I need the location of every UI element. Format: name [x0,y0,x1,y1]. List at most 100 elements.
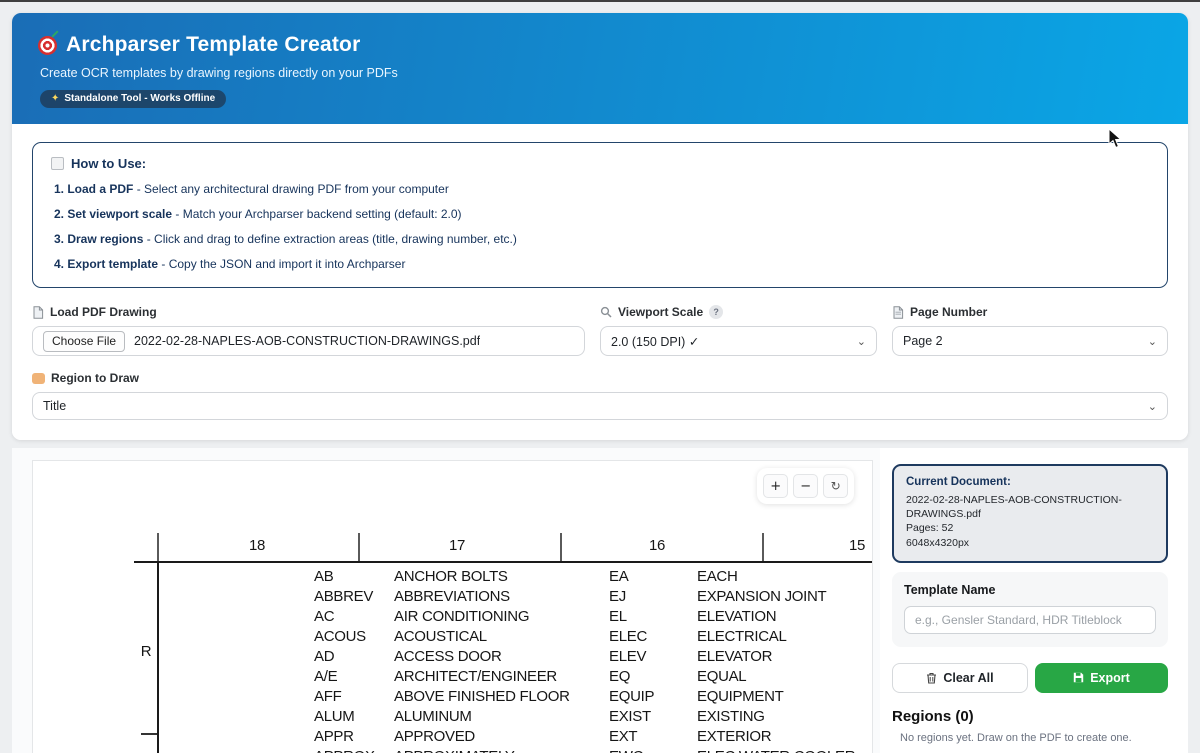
grid-column-label: 17 [449,537,465,554]
abbrev-cell: A/E [314,667,394,687]
abbrev-table: ABANCHOR BOLTSEAEACHABBREVABBREVIATIONSE… [314,567,855,753]
viewport-scale-select[interactable]: 2.0 (150 DPI) ✓ ⌄ [600,326,877,356]
grid-tick [560,533,562,561]
abbrev-row: ACOUSACOUSTICALELECELECTRICAL [314,627,855,647]
orange-square-icon [32,373,45,384]
page: Archparser Template Creator Create OCR t… [0,2,1200,753]
abbrev-cell: ABOVE FINISHED FLOOR [394,687,609,707]
abbrev-cell: EXTERIOR [697,727,771,747]
abbrev-cell: EL [609,607,697,627]
abbrev-cell: ELEVATION [697,607,776,627]
load-pdf-label: Load PDF Drawing [32,305,585,319]
abbrev-cell: ACOUS [314,627,394,647]
step-label: 2. Set viewport scale [54,207,172,221]
sidebar: Current Document: 2022-02-28-NAPLES-AOB-… [880,448,1188,753]
abbrev-cell: ABBREVIATIONS [394,587,609,607]
viewport-scale-label: Viewport Scale ? [600,305,877,319]
chevron-down-icon: ⌄ [857,335,866,348]
grid-column-label: 15 [849,537,865,554]
clipboard-icon [51,157,64,170]
export-button[interactable]: Export [1035,663,1168,693]
abbrev-row: APPROXAPPROXIMATELYEWCELEC WATER COOLER [314,747,855,753]
abbrev-cell: ACOUSTICAL [394,627,609,647]
abbrev-row: ADACCESS DOORELEVELEVATOR [314,647,855,667]
template-name-card: Template Name [892,572,1168,647]
abbrev-cell: ALUMINUM [394,707,609,727]
abbrev-cell: APPROXIMATELY [394,747,609,753]
abbrev-cell: ELEV [609,647,697,667]
target-icon [38,36,57,55]
step-text: - Select any architectural drawing PDF f… [133,182,448,196]
abbrev-cell: AFF [314,687,394,707]
trash-icon [926,672,937,684]
abbrev-cell: ANCHOR BOLTS [394,567,609,587]
pdf-file-input[interactable]: Choose File 2022-02-28-NAPLES-AOB-CONSTR… [32,326,585,356]
zoom-in-button[interactable]: + [763,474,788,498]
help-icon[interactable]: ? [709,305,723,319]
pdf-filename: 2022-02-28-NAPLES-AOB-CONSTRUCTION-DRAWI… [134,334,480,348]
abbrev-cell: AC [314,607,394,627]
abbrev-cell: APPROX [314,747,394,753]
how-to-step: 1. Load a PDF - Select any architectural… [51,182,1149,196]
chevron-down-icon: ⌄ [1148,335,1157,348]
abbrev-row: ABANCHOR BOLTSEAEACH [314,567,855,587]
current-document-panel: Current Document: 2022-02-28-NAPLES-AOB-… [892,464,1168,563]
viewport-scale-value: 2.0 (150 DPI) ✓ [611,334,699,349]
abbrev-cell: EXT [609,727,697,747]
abbrev-row: ALUMALUMINUMEXISTEXISTING [314,707,855,727]
how-to-step: 2. Set viewport scale - Match your Archp… [51,207,1149,221]
step-label: 4. Export template [54,257,158,271]
how-to-use-box: How to Use: 1. Load a PDF - Select any a… [32,142,1168,288]
status-badge: ✦ Standalone Tool - Works Offline [40,90,226,108]
abbrev-row: AFFABOVE FINISHED FLOOREQUIPEQUIPMENT [314,687,855,707]
abbrev-cell: AB [314,567,394,587]
region-to-draw-value: Title [43,399,66,413]
grid-tick [762,533,764,561]
abbrev-cell: EXPANSION JOINT [697,587,826,607]
status-badge-label: Standalone Tool - Works Offline [64,93,215,104]
app-title: Archparser Template Creator [66,33,360,57]
how-to-step: 3. Draw regions - Click and drag to defi… [51,232,1149,246]
main-card: Archparser Template Creator Create OCR t… [12,13,1188,440]
abbrev-cell: ELECTRICAL [697,627,787,647]
abbrev-cell: ABBREV [314,587,394,607]
setup-panel: How to Use: 1. Load a PDF - Select any a… [12,124,1188,440]
template-name-input[interactable] [904,606,1156,634]
current-document-filename: 2022-02-28-NAPLES-AOB-CONSTRUCTION-DRAWI… [906,493,1154,521]
page-number-value: Page 2 [903,334,943,348]
abbrev-cell: ELEC [609,627,697,647]
drawing-border-top [134,561,872,563]
abbrev-cell: ELEC WATER COOLER [697,747,855,753]
abbrev-row: APPRAPPROVEDEXTEXTERIOR [314,727,855,747]
save-icon [1073,672,1084,683]
abbrev-cell: EQUIP [609,687,697,707]
grid-tick [157,533,159,561]
abbrev-cell: EACH [697,567,737,587]
abbrev-cell: EA [609,567,697,587]
page-number-select[interactable]: Page 2 ⌄ [892,326,1168,356]
region-to-draw-select[interactable]: Title ⌄ [32,392,1168,420]
export-label: Export [1090,671,1130,685]
abbrev-cell: AD [314,647,394,667]
clear-all-button[interactable]: Clear All [892,663,1028,693]
zoom-out-button[interactable]: − [793,474,818,498]
page-number-label: Page Number [892,305,1168,319]
abbrev-cell: AIR CONDITIONING [394,607,609,627]
abbrev-cell: EQUIPMENT [697,687,783,707]
abbrev-cell: APPROVED [394,727,609,747]
choose-file-button[interactable]: Choose File [43,331,125,352]
zoom-reset-icon[interactable]: ↻ [823,474,848,498]
current-document-dimensions: 6048x4320px [906,536,1154,550]
current-document-title: Current Document: [906,476,1154,488]
abbrev-cell: EXISTING [697,707,765,727]
abbrev-cell: EXIST [609,707,697,727]
abbrev-row: ACAIR CONDITIONINGELELEVATION [314,607,855,627]
pdf-canvas[interactable]: + − ↻ 18171615 R ABANCHOR BOLTSEAEACHABB… [32,460,873,753]
file-icon [32,306,44,319]
abbrev-cell: EQ [609,667,697,687]
regions-empty-text: No regions yet. Draw on the PDF to creat… [900,732,1168,744]
how-to-step: 4. Export template - Copy the JSON and i… [51,257,1149,271]
step-text: - Copy the JSON and import it into Archp… [158,257,405,271]
current-document-pages: Pages: 52 [906,521,1154,535]
abbrev-cell: ELEVATOR [697,647,772,667]
